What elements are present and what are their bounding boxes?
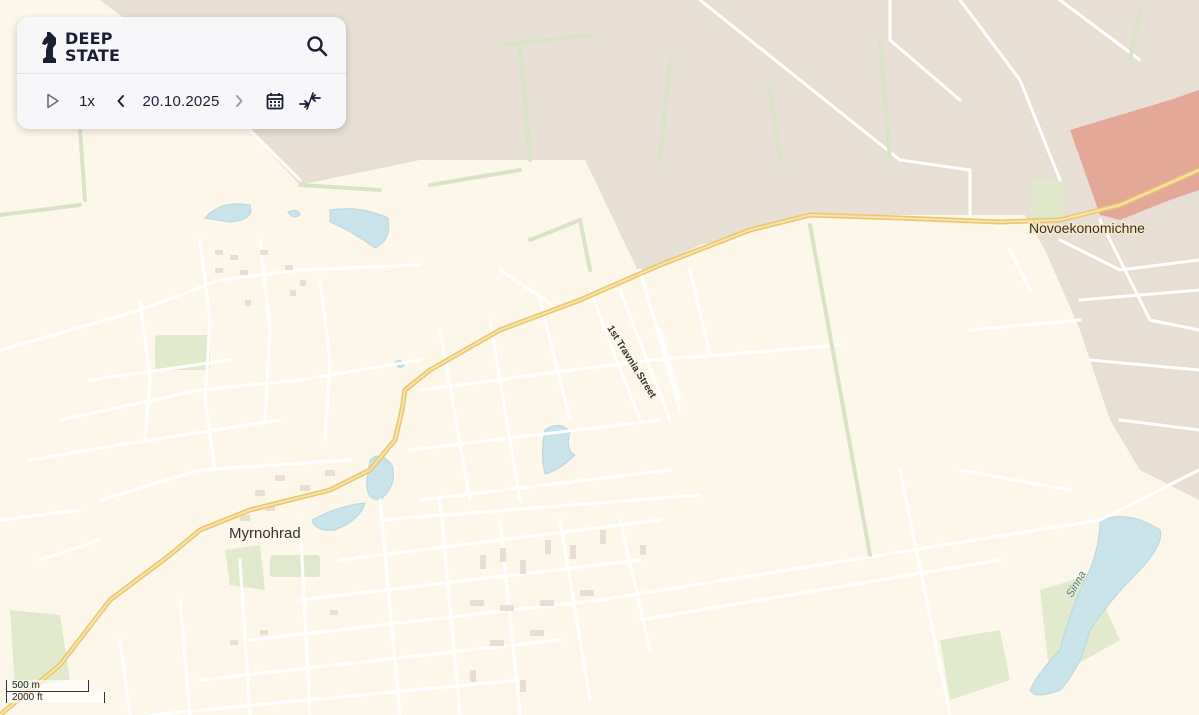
current-date[interactable]: 20.10.2025 (142, 88, 219, 114)
calendar-icon (266, 93, 284, 110)
calendar-button[interactable] (265, 88, 285, 114)
prev-date-button[interactable] (113, 88, 129, 114)
timeline-controls: 1x 20.10.2025 (17, 74, 346, 129)
brand-line1: DEEP (65, 29, 113, 48)
search-icon[interactable] (306, 35, 328, 57)
scale-imperial: 2000 ft (6, 692, 105, 703)
chevron-left-icon (117, 95, 124, 107)
compress-arrows-icon (299, 92, 321, 110)
village-label-novoekonomichne: Novoekonomichne (1029, 220, 1145, 236)
brand-line2: STATE (65, 46, 121, 65)
map-scale: 500 m 2000 ft (6, 680, 105, 703)
brand-logo[interactable]: DEEP STATE (39, 27, 120, 67)
scale-metric: 500 m (6, 680, 89, 692)
city-label-myrnohrad: Myrnohrad (229, 525, 301, 542)
play-button[interactable] (43, 88, 63, 114)
control-panel: DEEP STATE 1x 20.10.2025 (17, 17, 346, 129)
speed-button[interactable]: 1x (77, 88, 97, 114)
next-date-button[interactable] (231, 88, 247, 114)
compare-button[interactable] (299, 88, 321, 114)
chevron-right-icon (236, 95, 243, 107)
play-icon (47, 93, 59, 109)
knight-chess-icon (42, 32, 56, 63)
